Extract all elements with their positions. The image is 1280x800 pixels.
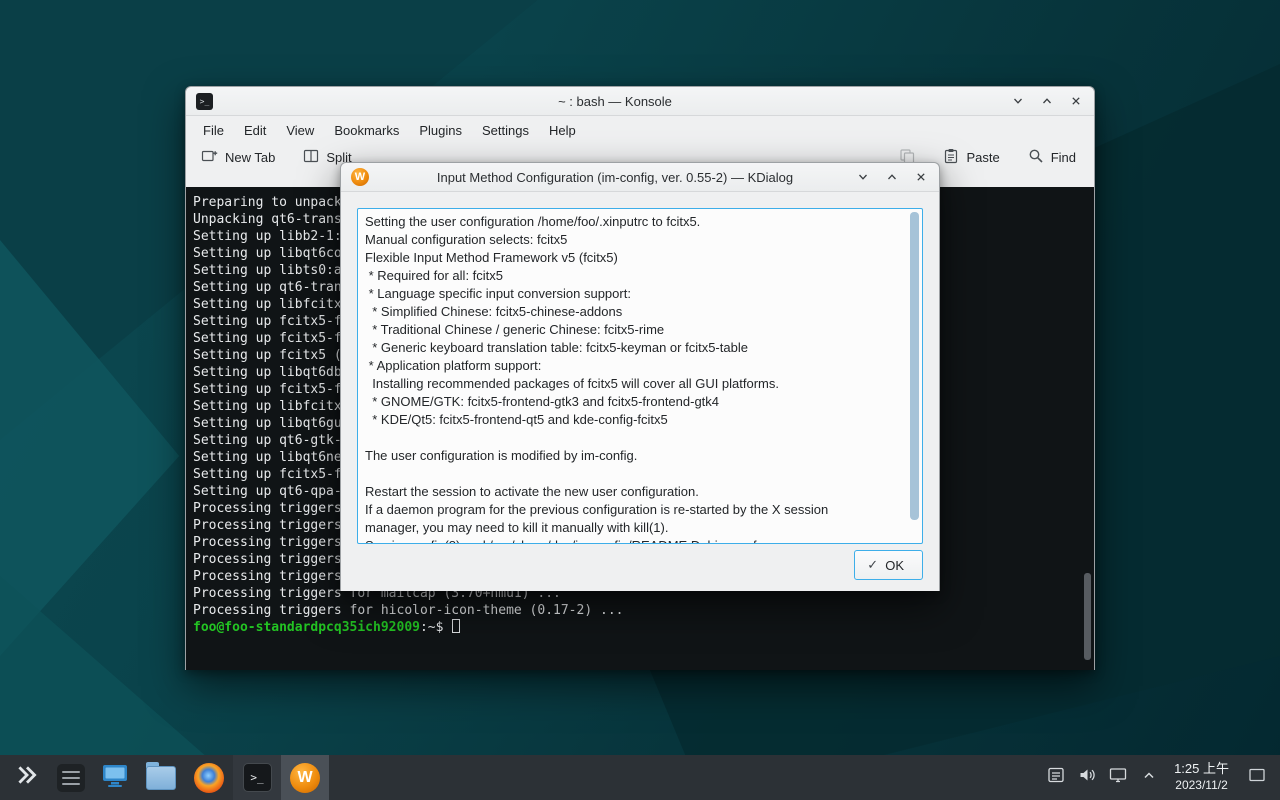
message-line: Setting the user configuration /home/foo…	[365, 213, 900, 231]
menu-item[interactable]: Help	[540, 119, 585, 142]
menu-item[interactable]: Plugins	[410, 119, 471, 142]
firefox-button[interactable]	[185, 755, 233, 800]
terminal-scrollbar-thumb[interactable]	[1084, 573, 1091, 660]
im-config-message[interactable]: Setting the user configuration /home/foo…	[357, 208, 923, 544]
message-line: See im-config(8) and /usr/share/doc/im-c…	[365, 537, 900, 544]
message-line	[365, 429, 900, 447]
notifications-icon	[1046, 765, 1066, 790]
message-line: * Traditional Chinese / generic Chinese:…	[365, 321, 900, 339]
show-desktop-button[interactable]	[1239, 755, 1275, 800]
prompt-suffix: :~$	[420, 620, 443, 635]
taskbar: >_ W 1:25 上午 2023/11/2	[0, 755, 1280, 800]
message-line: * Required for all: fcitx5	[365, 267, 900, 285]
message-line: Restart the session to activate the new …	[365, 483, 900, 501]
check-icon: ✓	[867, 557, 878, 573]
close-icon[interactable]	[913, 168, 929, 186]
menu-item[interactable]: Settings	[473, 119, 538, 142]
split-view-icon	[303, 148, 319, 167]
folder-icon	[146, 766, 176, 790]
clock[interactable]: 1:25 上午 2023/11/2	[1164, 761, 1239, 793]
clock-time: 1:25 上午	[1174, 761, 1229, 778]
dialog-scrollbar[interactable]	[910, 212, 919, 540]
message-line: * Simplified Chinese: fcitx5-chinese-add…	[365, 303, 900, 321]
monitor-blue-icon	[101, 761, 129, 794]
terminal-cursor	[452, 619, 460, 633]
discover-button[interactable]	[93, 755, 137, 800]
konsole-app-icon: >_	[196, 93, 213, 110]
terminal-scrollbar[interactable]	[1081, 187, 1094, 670]
new-tab-button[interactable]: New Tab	[201, 148, 275, 167]
message-line: Manual configuration selects: fcitx5	[365, 231, 900, 249]
konsole-titlebar[interactable]: >_ ~ : bash — Konsole	[186, 87, 1094, 116]
ok-label: OK	[885, 558, 904, 573]
message-line: manager, you may need to kill it manuall…	[365, 519, 900, 537]
message-line: Installing recommended packages of fcitx…	[365, 375, 900, 393]
maximize-icon[interactable]	[1039, 92, 1055, 110]
display-icon	[1108, 765, 1128, 790]
im-config-icon: W	[290, 763, 320, 793]
prompt-user-host: foo@foo-standardpcq35ich92009	[193, 620, 420, 635]
paste-icon	[943, 148, 959, 167]
kdialog-window-title: Input Method Configuration (im-config, v…	[381, 170, 849, 185]
display-tray-button[interactable]	[1102, 755, 1133, 800]
message-line: * Language specific input conversion sup…	[365, 285, 900, 303]
app-launcher-button[interactable]	[5, 755, 49, 800]
maximize-icon[interactable]	[884, 168, 900, 186]
sliders-icon	[57, 764, 85, 792]
taskbar-konsole-button[interactable]: >_	[233, 755, 281, 800]
volume-icon	[1077, 765, 1097, 790]
konsole-icon: >_	[243, 763, 272, 792]
dialog-scrollbar-thumb[interactable]	[910, 212, 919, 520]
new-tab-label: New Tab	[225, 150, 275, 165]
clock-date: 2023/11/2	[1174, 778, 1229, 794]
message-line: * Generic keyboard translation table: fc…	[365, 339, 900, 357]
find-button[interactable]: Find	[1028, 148, 1076, 167]
menu-item[interactable]: Bookmarks	[325, 119, 408, 142]
message-line	[365, 465, 900, 483]
file-manager-button[interactable]	[137, 755, 185, 800]
notifications-tray-button[interactable]	[1040, 755, 1071, 800]
message-line: * KDE/Qt5: fcitx5-frontend-qt5 and kde-c…	[365, 411, 900, 429]
taskbar-im-config-button[interactable]: W	[281, 755, 329, 800]
kdialog-titlebar[interactable]: W Input Method Configuration (im-config,…	[341, 163, 939, 192]
close-icon[interactable]	[1068, 92, 1084, 110]
search-icon	[1028, 148, 1044, 167]
message-line: * Application platform support:	[365, 357, 900, 375]
minimize-icon[interactable]	[855, 168, 871, 186]
volume-tray-button[interactable]	[1071, 755, 1102, 800]
terminal-line: Processing triggers for hicolor-icon-the…	[193, 602, 1080, 619]
ok-button[interactable]: ✓ OK	[854, 550, 923, 580]
find-label: Find	[1051, 150, 1076, 165]
message-line: The user configuration is modified by im…	[365, 447, 900, 465]
menu-item[interactable]: File	[194, 119, 233, 142]
paste-button[interactable]: Paste	[943, 148, 999, 167]
paste-label: Paste	[966, 150, 999, 165]
chevron-up-icon	[1140, 766, 1158, 789]
terminal-prompt: foo@foo-standardpcq35ich92009:~$	[193, 619, 1080, 636]
menu-item[interactable]: View	[277, 119, 323, 142]
im-config-app-icon: W	[351, 168, 369, 186]
minimize-icon[interactable]	[1010, 92, 1026, 110]
konsole-window-title: ~ : bash — Konsole	[226, 94, 1004, 109]
menu-item[interactable]: Edit	[235, 119, 275, 142]
expand-tray-button[interactable]	[1133, 755, 1164, 800]
kdialog-body: Setting the user configuration /home/foo…	[341, 193, 939, 591]
message-line: * GNOME/GTK: fcitx5-frontend-gtk3 and fc…	[365, 393, 900, 411]
new-tab-icon	[201, 148, 218, 167]
task-manager-settings-button[interactable]	[49, 755, 93, 800]
app-launcher-icon	[14, 762, 40, 793]
konsole-menubar: FileEditViewBookmarksPluginsSettingsHelp	[186, 116, 1094, 143]
message-line: Flexible Input Method Framework v5 (fcit…	[365, 249, 900, 267]
message-line: If a daemon program for the previous con…	[365, 501, 900, 519]
show-desktop-icon	[1247, 765, 1267, 790]
kdialog-window: W Input Method Configuration (im-config,…	[340, 162, 940, 591]
firefox-icon	[194, 763, 224, 793]
